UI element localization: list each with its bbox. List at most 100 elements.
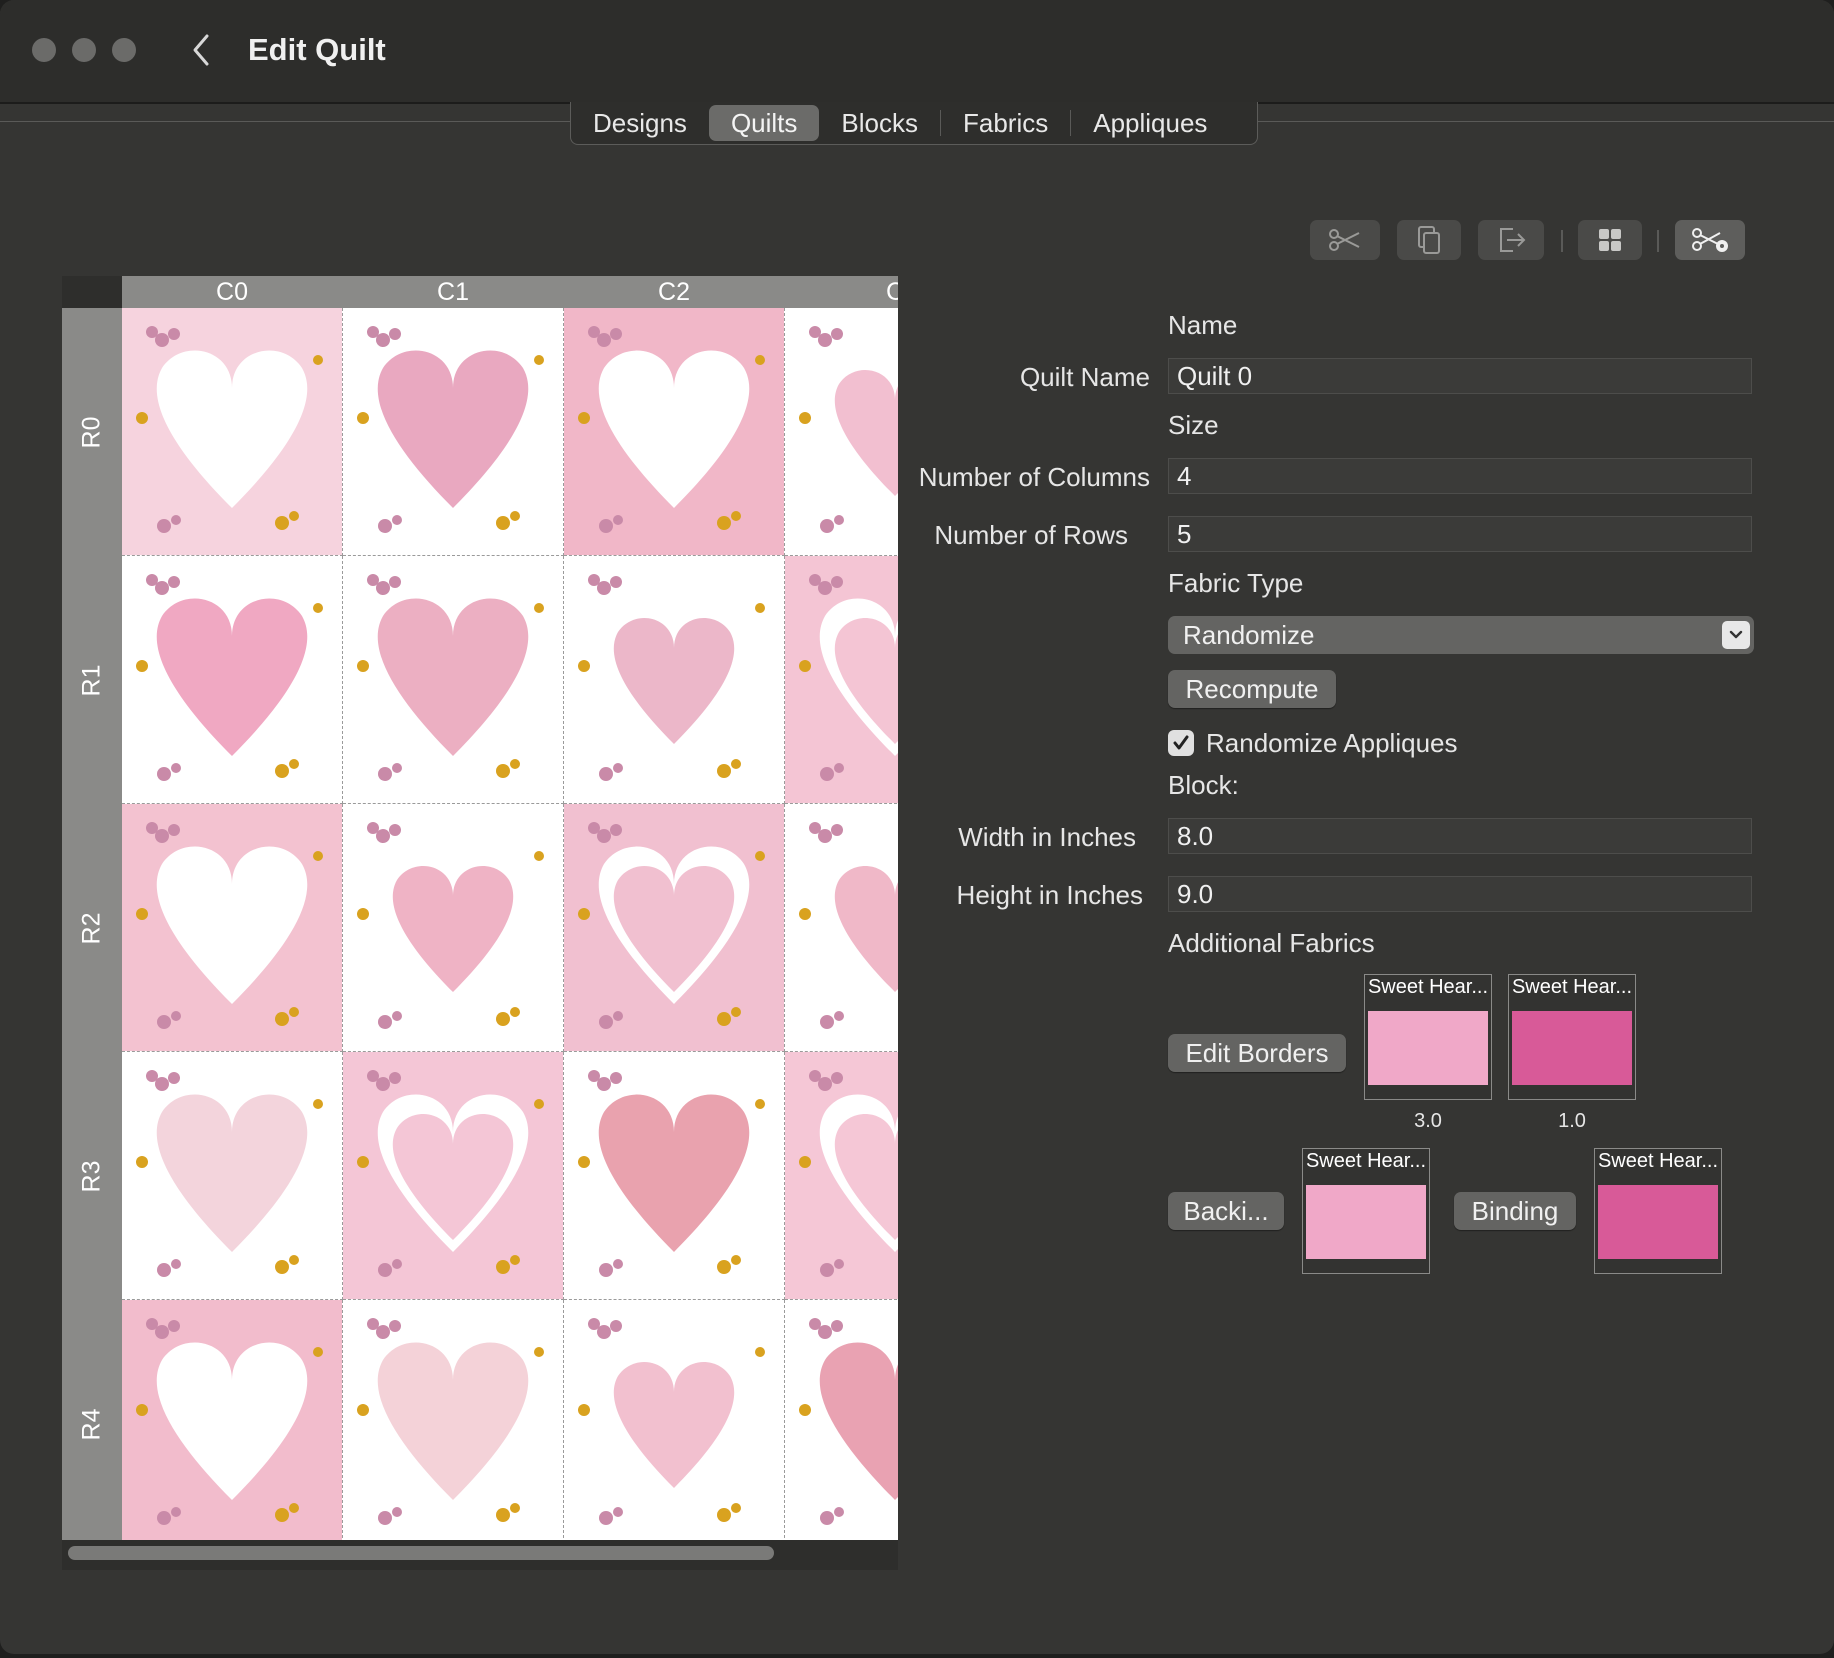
- chevron-down-icon: [1722, 621, 1750, 649]
- number-of-columns-field[interactable]: 4: [1168, 458, 1752, 494]
- edit-borders-button[interactable]: Edit Borders: [1168, 1034, 1346, 1072]
- quilt-block-art: [343, 308, 563, 555]
- scissors-icon: [1329, 229, 1360, 251]
- quilt-preview[interactable]: C0 C1 C2 C R0 R1 R2 R3 R4: [62, 276, 898, 1570]
- fabric-name: Sweet Hear...: [1305, 1150, 1427, 1172]
- fabric-type-select[interactable]: Randomize: [1168, 616, 1754, 654]
- backing-button[interactable]: Backi...: [1168, 1192, 1284, 1230]
- export-button[interactable]: [1478, 220, 1544, 260]
- backing-fabric-swatch[interactable]: Sweet Hear...: [1302, 1148, 1430, 1274]
- height-field[interactable]: 9.0: [1168, 876, 1752, 912]
- tab-bar: Designs Quilts Blocks Fabrics Appliques: [570, 102, 1258, 145]
- quilt-block[interactable]: [122, 804, 343, 1052]
- toolbar-separator: [1657, 230, 1659, 252]
- back-button[interactable]: [186, 30, 216, 70]
- quilt-block-art: [122, 1300, 342, 1540]
- quilt-block-art: [785, 1052, 898, 1299]
- binding-fabric-swatch[interactable]: Sweet Hear...: [1594, 1148, 1722, 1274]
- fabric-preview: [1368, 1011, 1488, 1085]
- divider: [1257, 121, 1834, 122]
- row-header: R2: [77, 912, 106, 944]
- quilt-block-art: [122, 556, 342, 803]
- fabric-name: Sweet Hear...: [1597, 1150, 1719, 1172]
- quilt-block[interactable]: [343, 308, 564, 556]
- number-of-rows-label: Number of Rows: [934, 520, 1128, 550]
- quilt-block[interactable]: [343, 556, 564, 804]
- quilt-block[interactable]: [122, 308, 343, 556]
- chevron-left-icon: [193, 34, 209, 66]
- quilt-block-art: [343, 1052, 563, 1299]
- quilt-block[interactable]: [785, 556, 898, 804]
- number-of-rows-field[interactable]: 5: [1168, 516, 1752, 552]
- quilt-block-art: [785, 556, 898, 803]
- tab-designs[interactable]: Designs: [571, 105, 709, 141]
- quilt-block-art: [785, 308, 898, 555]
- size-section-heading: Size: [1168, 410, 1219, 440]
- horizontal-scrollbar[interactable]: [68, 1546, 774, 1560]
- quilt-block-art: [122, 804, 342, 1051]
- quilt-block[interactable]: [785, 1052, 898, 1300]
- row-header: R4: [77, 1408, 106, 1440]
- column-header: C2: [658, 278, 690, 306]
- cut-settings-icon: [1692, 228, 1728, 252]
- height-label: Height in Inches: [956, 880, 1143, 910]
- tab-fabrics[interactable]: Fabrics: [941, 105, 1070, 141]
- copy-icon: [1418, 226, 1440, 254]
- quilt-name-field[interactable]: Quilt 0: [1168, 358, 1752, 394]
- randomize-appliques-label: Randomize Appliques: [1206, 728, 1458, 758]
- binding-button[interactable]: Binding: [1454, 1192, 1576, 1230]
- block-section-heading: Block:: [1168, 770, 1239, 800]
- border-width-value: 1.0: [1558, 1110, 1586, 1132]
- quilt-block-grid[interactable]: [122, 308, 898, 1540]
- cut-button[interactable]: [1310, 220, 1380, 260]
- zoom-window-button[interactable]: [112, 38, 136, 62]
- row-header: R3: [77, 1160, 106, 1192]
- quilt-block[interactable]: [122, 1052, 343, 1300]
- column-header: C: [885, 278, 898, 306]
- grid-view-button[interactable]: [1578, 220, 1642, 260]
- quilt-block-art: [343, 556, 563, 803]
- quilt-block[interactable]: [343, 804, 564, 1052]
- divider: [0, 121, 570, 122]
- quilt-block[interactable]: [122, 1300, 343, 1540]
- quilt-block[interactable]: [564, 1300, 785, 1540]
- quilt-block-art: [343, 804, 563, 1051]
- number-of-columns-label: Number of Columns: [918, 462, 1150, 492]
- border-fabric-swatch[interactable]: Sweet Hear...: [1508, 974, 1636, 1100]
- quilt-block[interactable]: [785, 308, 898, 556]
- recompute-button[interactable]: Recompute: [1168, 670, 1336, 708]
- border-fabric-swatch[interactable]: Sweet Hear...: [1364, 974, 1492, 1100]
- quilt-block-art: [564, 804, 784, 1051]
- tab-quilts[interactable]: Quilts: [708, 105, 820, 141]
- width-field[interactable]: 8.0: [1168, 818, 1752, 854]
- cut-settings-button[interactable]: [1675, 220, 1745, 260]
- tab-appliques[interactable]: Appliques: [1071, 105, 1229, 141]
- copy-button[interactable]: [1397, 220, 1461, 260]
- randomize-appliques-checkbox[interactable]: [1168, 730, 1194, 756]
- title-bar: Edit Quilt: [0, 0, 1834, 104]
- quilt-block[interactable]: [122, 556, 343, 804]
- close-window-button[interactable]: [32, 38, 56, 62]
- fabric-name: Sweet Hear...: [1511, 976, 1633, 998]
- quilt-block[interactable]: [564, 804, 785, 1052]
- checkmark-icon: [1173, 735, 1189, 750]
- quilt-block[interactable]: [343, 1052, 564, 1300]
- quilt-block[interactable]: [564, 308, 785, 556]
- tab-blocks[interactable]: Blocks: [819, 105, 940, 141]
- column-header-bar: C0 C1 C2 C: [122, 276, 898, 308]
- quilt-block-art: [564, 308, 784, 555]
- row-header: R0: [77, 416, 106, 448]
- edit-quilt-window: Edit Quilt Designs Quilts Blocks Fabrics…: [0, 0, 1834, 1654]
- window-title: Edit Quilt: [248, 32, 386, 67]
- width-label: Width in Inches: [958, 822, 1136, 852]
- quilt-block[interactable]: [785, 1300, 898, 1540]
- quilt-block[interactable]: [343, 1300, 564, 1540]
- quilt-block-art: [564, 556, 784, 803]
- fabric-preview: [1512, 1011, 1632, 1085]
- minimize-window-button[interactable]: [72, 38, 96, 62]
- quilt-block[interactable]: [564, 556, 785, 804]
- quilt-block[interactable]: [785, 804, 898, 1052]
- quilt-block[interactable]: [564, 1052, 785, 1300]
- toolbar-separator: [1561, 230, 1563, 252]
- quilt-name-label: Quilt Name: [1019, 362, 1150, 392]
